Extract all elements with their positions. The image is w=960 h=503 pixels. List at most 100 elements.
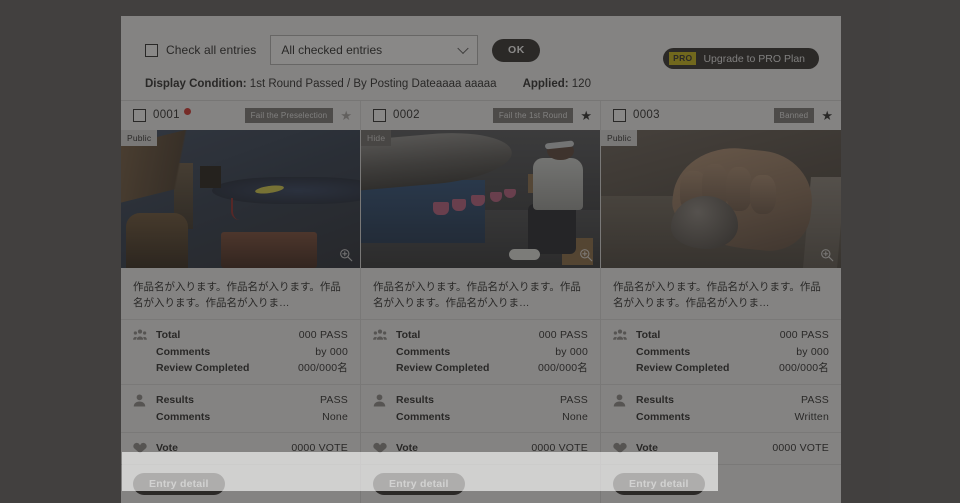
people-icon [133,327,148,377]
stat-key: Comments [396,345,451,358]
entry-card: 0001 Fail the Preselection ★ Public 作品名が入ります… [121,101,361,503]
stat-value: 000 PASS [538,329,588,342]
people-icon [613,327,628,377]
upgrade-pro-label: Upgrade to PRO Plan [703,52,805,65]
person-icon [373,392,388,425]
star-icon[interactable]: ★ [821,109,833,122]
applied-value: 120 [571,78,591,90]
stat-group: Total 000 PASS Comments by 000 Review Comple… [361,320,600,386]
stat-value: by 000 [796,345,829,358]
entry-detail-button[interactable]: Entry detail [133,472,225,495]
entry-title: 作品名が入ります。作品名が入ります。作品名が入ります。作品名が入りま… [361,268,600,321]
stat-value: by 000 [315,345,348,358]
ok-button[interactable]: OK [492,38,541,62]
stat-group: Vote 0000 VOTE [361,433,600,465]
stat-key: Results [636,394,674,407]
check-all-entries[interactable]: Check all entries [145,43,256,57]
stat-row: Total 000 PASS [636,327,829,344]
stat-group: Vote 0000 VOTE [121,433,360,465]
stat-value: 0000 VOTE [531,442,588,455]
stat-group: Results PASS Comments Written [601,385,841,434]
stat-key: Vote [156,442,178,455]
people-icon [373,327,388,377]
stat-row: Comments None [396,409,588,426]
stat-row: Total 000 PASS [156,327,348,344]
stat-row: Comments by 000 [636,344,829,361]
stat-row: Results PASS [636,392,829,409]
heart-icon [613,440,628,457]
entry-title: 作品名が入ります。作品名が入ります。作品名が入ります。作品名が入りま… [601,268,841,321]
entry-card-list: 0001 Fail the Preselection ★ Public 作品名が入ります… [121,101,841,503]
stat-value: 000 PASS [779,329,829,342]
status-badge: Fail the 1st Round [492,107,574,123]
entry-number: 0001 [153,109,180,122]
stat-row: Comments by 000 [156,344,348,361]
status-badge: Fail the Preselection [244,107,334,123]
stat-group: Total 000 PASS Comments by 000 Review Comple… [121,320,360,386]
entry-select-checkbox[interactable] [373,108,386,122]
entry-select-checkbox[interactable] [133,108,146,122]
stat-key: Comments [636,410,691,423]
check-all-label: Check all entries [166,43,257,57]
zoom-in-icon[interactable] [579,248,593,262]
stat-group: Results PASS Comments None [361,385,600,434]
stat-key: Total [396,329,421,342]
alert-dot-icon [183,108,191,115]
stat-row: Comments by 000 [396,344,588,361]
pro-badge: PRO [669,52,697,65]
stat-group: Vote 0000 VOTE [601,433,841,465]
stat-key: Results [156,394,194,407]
entry-thumbnail[interactable]: Public [601,129,841,268]
stat-key: Vote [396,442,418,455]
zoom-in-icon[interactable] [339,248,353,262]
stat-value: 0000 VOTE [772,442,829,455]
star-icon[interactable]: ★ [580,109,592,122]
entry-thumbnail[interactable]: Public [121,129,360,268]
chevron-down-icon [457,42,470,55]
stat-value: by 000 [555,345,588,358]
entry-thumbnail-image [121,129,360,268]
stat-row: Review Completed 000/000名 [636,360,829,377]
stat-value: 000/000名 [778,362,829,375]
upgrade-pro-button[interactable]: PRO Upgrade to PRO Plan [663,48,819,69]
entry-thumbnail[interactable]: Hide [361,129,600,268]
star-icon[interactable]: ★ [340,109,352,122]
visibility-badge: Public [601,129,638,146]
entry-detail-button[interactable]: Entry detail [373,472,465,495]
entry-select-checkbox[interactable] [613,108,626,122]
person-icon [613,392,628,425]
entry-number: 0002 [393,109,420,122]
check-all-checkbox[interactable] [145,43,158,57]
stat-group: Results PASS Comments None [121,385,360,434]
stat-value: PASS [800,394,829,407]
entry-card-footer: Entry detail [601,465,841,503]
stat-row: Comments Written [636,409,829,426]
entry-card: 0002 Fail the 1st Round ★ Hide 作品名が入ります。作品名が… [361,101,601,503]
stat-key: Comments [156,410,211,423]
entry-card-header: 0001 Fail the Preselection ★ [121,101,360,130]
entry-card-header: 0003 Banned ★ [601,101,841,130]
visibility-badge: Public [121,129,158,146]
display-condition-value: 1st Round Passed / By Posting Dateaaaa a… [249,78,497,90]
zoom-in-icon[interactable] [820,248,834,262]
bulk-action-select[interactable]: All checked entries [270,35,479,65]
stat-value: 000 PASS [298,329,348,342]
stat-value: 0000 VOTE [291,442,348,455]
stat-row: Results PASS [396,392,588,409]
stat-value: 000/000名 [297,362,348,375]
display-condition-row: Display Condition: 1st Round Passed / By… [145,78,819,90]
status-badge: Banned [773,107,815,123]
entry-detail-button[interactable]: Entry detail [613,472,705,495]
entry-list-panel: Check all entries All checked entries OK… [121,16,841,503]
entry-thumbnail-image [601,129,841,268]
stat-row: Review Completed 000/000名 [156,360,348,377]
stat-key: Vote [636,442,658,455]
applied-key: Applied: [522,78,569,90]
stat-key: Comments [396,410,451,423]
stat-value: None [562,410,588,423]
entry-number: 0003 [633,109,660,122]
stat-key: Comments [156,345,211,358]
entry-card-footer: Entry detail [361,465,600,503]
entry-card: 0003 Banned ★ Public 作品名が入ります。作品名が入ります。作品名が入… [601,101,841,503]
stat-row: Review Completed 000/000名 [396,360,588,377]
